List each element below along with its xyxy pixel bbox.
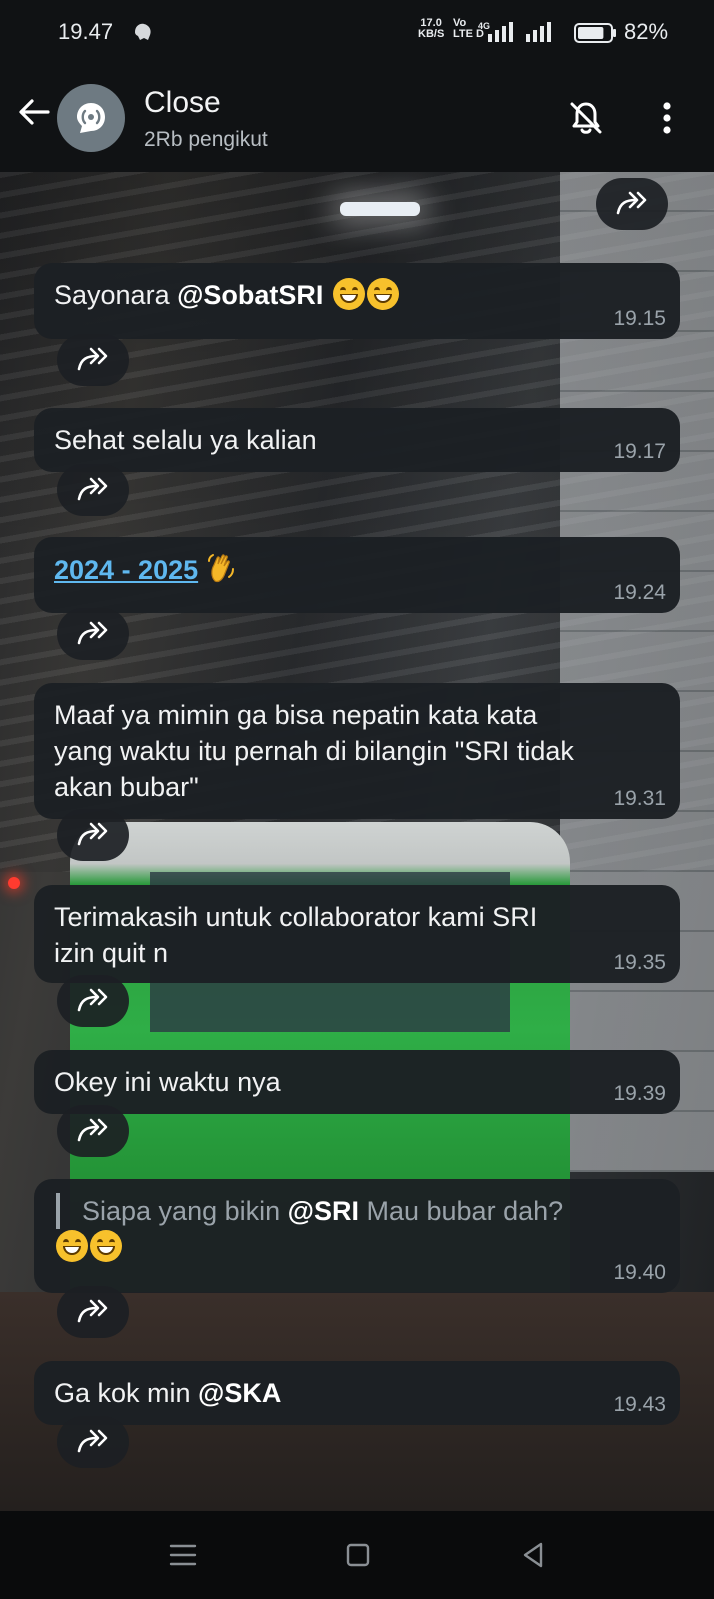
message-bubble[interactable]: Sehat selalu ya kalian 19.17 xyxy=(34,408,680,472)
forward-button[interactable] xyxy=(57,1286,129,1338)
channel-avatar[interactable] xyxy=(57,84,125,152)
recent-apps-icon[interactable] xyxy=(166,1538,200,1572)
forward-button[interactable] xyxy=(57,809,129,861)
message-text: Okey ini waktu nya xyxy=(54,1067,281,1097)
channel-header: Close 2Rb pengikut xyxy=(0,62,714,172)
network-speed: 17.0 KB/S xyxy=(418,17,445,40)
message-text: 2024 - 2025 xyxy=(54,551,660,588)
message-text xyxy=(54,1229,660,1265)
follower-count: 2Rb pengikut xyxy=(144,128,268,151)
wallpaper-light xyxy=(340,202,420,216)
forward-icon xyxy=(616,191,647,215)
message-text: Sayonara @SobatSRI xyxy=(54,277,660,313)
message-bubble[interactable]: Siapa yang bikin @SRI Mau bubar dah? 19.… xyxy=(34,1179,680,1293)
status-bar: 19.47 17.0 KB/S Vo LTE D 4G 82% xyxy=(0,0,714,62)
message-time: 19.40 xyxy=(613,1261,666,1284)
grinning-emoji-icon xyxy=(332,278,365,310)
message-text: Sehat selalu ya kalian xyxy=(54,425,317,455)
message-text: Ga kok min @SKA xyxy=(54,1378,282,1408)
chat-area[interactable]: Sayonara @SobatSRI 19.15 Sehat selalu ya… xyxy=(0,172,714,1511)
channel-title[interactable]: Close xyxy=(144,86,221,120)
forward-icon xyxy=(77,1118,108,1142)
message-bubble[interactable]: Ga kok min @SKA 19.43 xyxy=(34,1361,680,1425)
message-time: 19.35 xyxy=(613,951,666,974)
mention[interactable]: @SKA xyxy=(198,1378,281,1408)
message-time: 19.24 xyxy=(613,581,666,604)
battery-icon xyxy=(574,23,616,43)
notification-app-icon xyxy=(135,23,151,40)
system-nav-bar xyxy=(0,1511,714,1599)
signal-icon xyxy=(526,22,551,42)
battery-percent: 82% xyxy=(624,19,669,44)
mention[interactable]: @SRI xyxy=(288,1196,359,1226)
message-bubble[interactable]: Terimakasih untuk collaborator kami SRI … xyxy=(34,885,680,983)
grinning-emoji-icon xyxy=(366,278,399,310)
message-text: Terimakasih untuk collaborator kami SRI … xyxy=(54,902,538,968)
message-bubble[interactable]: Sayonara @SobatSRI 19.15 xyxy=(34,263,680,339)
notifications-off-icon[interactable] xyxy=(566,98,606,138)
forward-icon xyxy=(77,621,108,645)
back-nav-icon[interactable] xyxy=(516,1538,550,1572)
waving-hand-emoji-icon xyxy=(207,554,234,583)
wallpaper-signal-light xyxy=(8,877,20,889)
signal-4g-icon: 4G xyxy=(478,21,513,42)
forward-icon xyxy=(77,1429,108,1453)
back-arrow-icon[interactable] xyxy=(14,92,54,132)
message-time: 19.31 xyxy=(613,787,666,810)
mention[interactable]: @SobatSRI xyxy=(177,280,323,310)
forward-button[interactable] xyxy=(57,1105,129,1157)
grinning-emoji-icon xyxy=(56,1230,88,1262)
more-options-icon[interactable] xyxy=(655,98,679,138)
broadcast-icon xyxy=(77,103,105,133)
forward-button[interactable] xyxy=(57,608,129,660)
message-bubble[interactable]: Maaf ya mimin ga bisa nepatin kata kata … xyxy=(34,683,680,819)
forward-button[interactable] xyxy=(57,464,129,516)
message-time: 19.15 xyxy=(613,307,666,330)
forward-icon xyxy=(77,477,108,501)
forward-button[interactable] xyxy=(57,334,129,386)
forward-icon xyxy=(77,822,108,846)
message-quote: Siapa yang bikin @SRI Mau bubar dah? xyxy=(56,1193,660,1229)
message-text: Maaf ya mimin ga bisa nepatin kata kata … xyxy=(54,700,574,802)
message-time: 19.39 xyxy=(613,1082,666,1105)
forward-button[interactable] xyxy=(57,1416,129,1468)
message-bubble[interactable]: Okey ini waktu nya 19.39 xyxy=(34,1050,680,1114)
message-bubble[interactable]: 2024 - 2025 19.24 xyxy=(34,537,680,613)
message-time: 19.17 xyxy=(613,440,666,463)
forward-icon xyxy=(77,1299,108,1323)
forward-button[interactable] xyxy=(596,178,668,230)
forward-icon xyxy=(77,347,108,371)
svg-text:4G: 4G xyxy=(478,21,490,31)
forward-button[interactable] xyxy=(57,975,129,1027)
status-time: 19.47 xyxy=(58,19,114,44)
forward-icon xyxy=(77,988,108,1012)
home-icon[interactable] xyxy=(341,1538,375,1572)
message-time: 19.43 xyxy=(613,1393,666,1416)
grinning-emoji-icon xyxy=(90,1230,122,1262)
message-link[interactable]: 2024 - 2025 xyxy=(54,555,198,585)
